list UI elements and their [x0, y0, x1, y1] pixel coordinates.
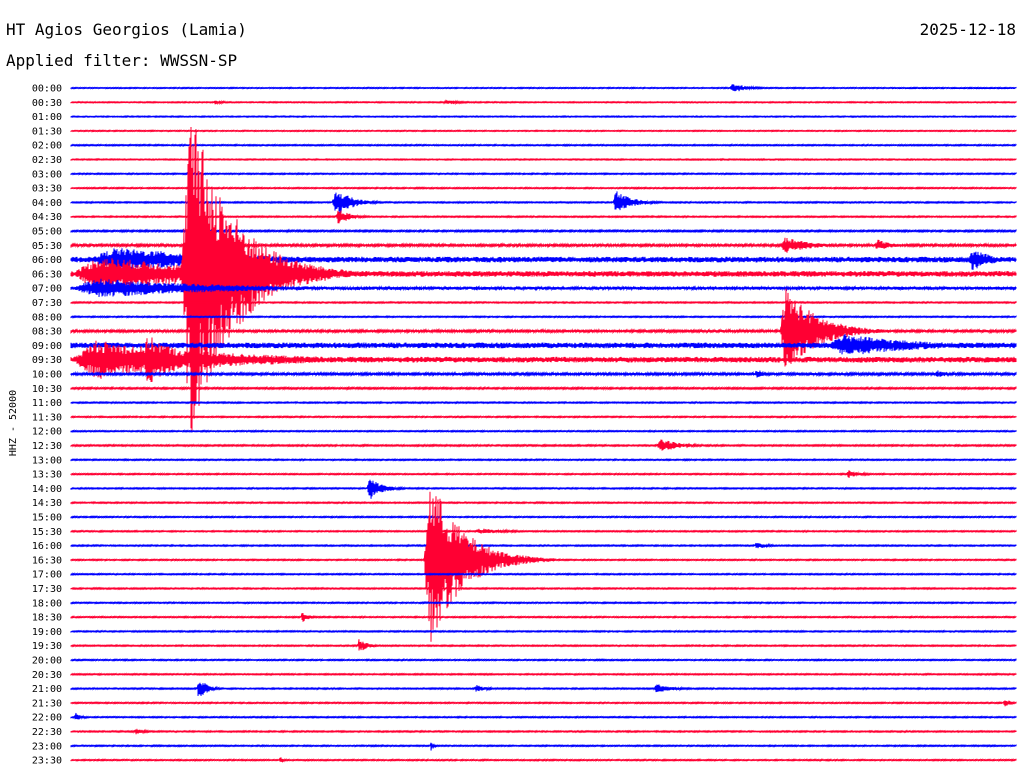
trace-line: [70, 613, 1017, 622]
time-tick-label: 00:00: [32, 84, 62, 95]
trace-line: [70, 700, 1017, 707]
time-tick-label: 14:30: [32, 498, 62, 509]
time-tick-label: 15:00: [32, 513, 62, 524]
time-tick-label: 19:30: [32, 641, 62, 652]
trace-line: [70, 586, 1017, 591]
time-tick-label: 13:00: [32, 455, 62, 466]
time-tick-label: 11:30: [32, 412, 62, 423]
time-tick-label: 03:30: [32, 184, 62, 195]
time-tick-label: 04:00: [32, 198, 62, 209]
time-tick-label: 20:00: [32, 656, 62, 667]
time-tick-label: 05:00: [32, 227, 62, 238]
trace-line: [70, 99, 1017, 106]
trace-line: [70, 439, 1017, 451]
trace-line: [70, 129, 1017, 133]
trace-line: [70, 542, 1017, 549]
time-tick-label: 10:30: [32, 384, 62, 395]
time-tick-label: 14:00: [32, 484, 62, 495]
trace-line: [70, 186, 1017, 191]
trace-line: [70, 84, 1017, 92]
helicorder-plot: 00:00 00:30 01:00 01:30 02:00 02:30 03:00 03:30…: [8, 84, 1017, 767]
time-tick-label: 02:30: [32, 155, 62, 166]
trace-line: [70, 712, 1017, 720]
trace-line: [70, 470, 1017, 478]
time-tick-label: 01:30: [32, 126, 62, 137]
trace-line: [70, 457, 1017, 462]
time-tick-label: 08:30: [32, 327, 62, 338]
time-tick-label: 08:00: [32, 312, 62, 323]
tick-labels-group: 00:00 00:30 01:00 01:30 02:00 02:30 03:00 03:30…: [32, 84, 62, 767]
channel-label: HHZ - 52000: [8, 390, 19, 456]
trace-line: [70, 572, 1017, 577]
time-tick-label: 21:00: [32, 684, 62, 695]
trace-line: [70, 479, 1017, 499]
time-tick-label: 07:00: [32, 284, 62, 295]
trace-line: [70, 400, 1017, 405]
time-tick-label: 23:30: [32, 756, 62, 767]
time-tick-label: 23:00: [32, 741, 62, 752]
time-tick-label: 00:30: [32, 98, 62, 109]
time-tick-label: 03:00: [32, 169, 62, 180]
time-tick-label: 18:00: [32, 598, 62, 609]
trace-line: [70, 500, 1017, 505]
time-tick-label: 22:30: [32, 727, 62, 738]
time-tick-label: 09:30: [32, 355, 62, 366]
time-tick-label: 19:00: [32, 627, 62, 638]
trace-line: [70, 528, 1017, 534]
trace-line: [70, 515, 1017, 519]
time-tick-label: 16:30: [32, 555, 62, 566]
trace-line: [70, 171, 1017, 176]
time-tick-label: 10:00: [32, 370, 62, 381]
time-tick-label: 01:00: [32, 112, 62, 123]
trace-line: [70, 429, 1017, 434]
trace-line: [70, 491, 1017, 642]
time-tick-label: 05:30: [32, 241, 62, 252]
time-tick-label: 22:00: [32, 713, 62, 724]
time-tick-label: 15:30: [32, 527, 62, 538]
trace-line: [70, 157, 1017, 162]
time-tick-label: 06:30: [32, 269, 62, 280]
time-tick-label: 11:00: [32, 398, 62, 409]
trace-line: [70, 314, 1017, 319]
trace-line: [70, 370, 1017, 378]
trace-line: [70, 639, 1017, 651]
time-tick-label: 21:30: [32, 698, 62, 709]
time-tick-label: 09:00: [32, 341, 62, 352]
trace-line: [70, 334, 1017, 355]
trace-line: [70, 414, 1017, 419]
trace-line: [70, 143, 1017, 148]
trace-line: [70, 114, 1017, 119]
trace-line: [70, 658, 1017, 662]
time-tick-label: 07:30: [32, 298, 62, 309]
time-tick-label: 20:30: [32, 670, 62, 681]
time-tick-label: 04:30: [32, 212, 62, 223]
trace-line: [70, 757, 1017, 764]
time-tick-label: 13:30: [32, 470, 62, 481]
time-tick-label: 06:00: [32, 255, 62, 266]
trace-line: [70, 682, 1017, 696]
time-tick-label: 18:30: [32, 613, 62, 624]
time-tick-label: 12:00: [32, 427, 62, 438]
traces-group: [70, 84, 1017, 764]
time-tick-label: 17:30: [32, 584, 62, 595]
trace-line: [70, 742, 1017, 751]
trace-line: [70, 600, 1017, 605]
trace-line: [70, 728, 1017, 735]
time-tick-label: 17:00: [32, 570, 62, 581]
time-tick-label: 12:30: [32, 441, 62, 452]
trace-line: [70, 385, 1017, 391]
trace-line: [70, 672, 1017, 677]
trace-line: [70, 629, 1017, 634]
trace-line: [70, 300, 1017, 305]
time-tick-label: 02:00: [32, 141, 62, 152]
time-tick-label: 16:00: [32, 541, 62, 552]
